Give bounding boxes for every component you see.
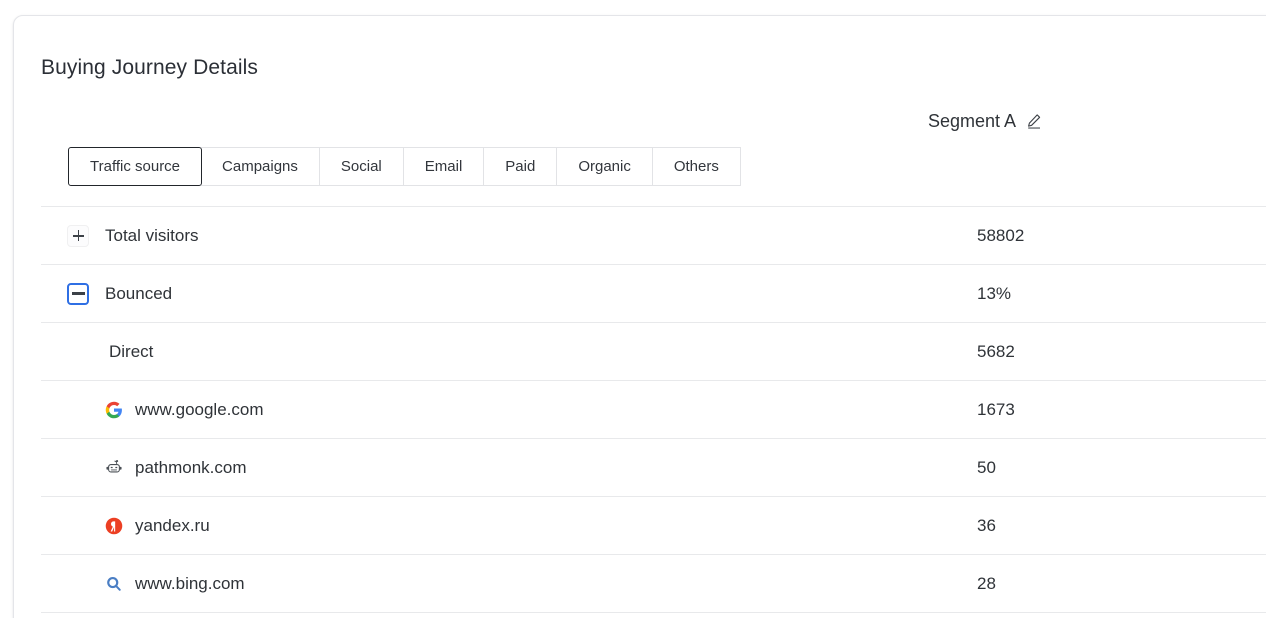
table-row[interactable]: pathmonk.com 50 <box>41 438 1266 496</box>
row-main: www.google.com <box>41 381 964 438</box>
journey-rows-table: Total visitors 58802 Bounced 13% <box>41 206 1266 618</box>
table-row <box>41 612 1266 618</box>
tab-label: Others <box>674 158 719 175</box>
row-value: 13% <box>964 284 1266 304</box>
row-value: 36 <box>964 516 1266 536</box>
collapse-minus-icon[interactable] <box>67 283 89 305</box>
tab-paid[interactable]: Paid <box>484 147 557 186</box>
row-label: Direct <box>109 342 153 362</box>
table-row[interactable]: www.google.com 1673 <box>41 380 1266 438</box>
tab-label: Organic <box>578 158 631 175</box>
row-label: yandex.ru <box>135 516 210 536</box>
row-value: 1673 <box>964 400 1266 420</box>
table-row[interactable]: www.bing.com 28 <box>41 554 1266 612</box>
screen-root: Buying Journey Details Segment A Traffic… <box>0 0 1266 618</box>
row-value: 50 <box>964 458 1266 478</box>
tab-traffic-source[interactable]: Traffic source <box>68 147 202 186</box>
row-main: yandex.ru <box>41 497 964 554</box>
row-label: www.google.com <box>135 400 264 420</box>
google-favicon <box>105 401 123 419</box>
row-label: pathmonk.com <box>135 458 247 478</box>
row-value: 5682 <box>964 342 1266 362</box>
tab-label: Paid <box>505 158 535 175</box>
row-main: Total visitors <box>41 207 964 264</box>
row-label: Bounced <box>105 284 172 304</box>
row-main: Bounced <box>41 265 964 322</box>
tab-label: Traffic source <box>90 158 180 175</box>
segment-header: Segment A <box>928 108 1043 134</box>
tab-label: Email <box>425 158 463 175</box>
page-title: Buying Journey Details <box>41 54 258 82</box>
buying-journey-details-card: Buying Journey Details Segment A Traffic… <box>13 15 1266 618</box>
table-row[interactable]: yandex.ru 36 <box>41 496 1266 554</box>
tab-campaigns[interactable]: Campaigns <box>201 147 320 186</box>
row-value: 58802 <box>964 226 1266 246</box>
bing-search-favicon <box>105 575 123 593</box>
table-row[interactable]: Direct 5682 <box>41 322 1266 380</box>
tab-social[interactable]: Social <box>320 147 404 186</box>
tab-organic[interactable]: Organic <box>557 147 653 186</box>
table-row[interactable]: Total visitors 58802 <box>41 206 1266 264</box>
row-main: Direct <box>41 323 964 380</box>
pathmonk-robot-favicon <box>105 459 123 477</box>
yandex-favicon <box>105 517 123 535</box>
row-main: www.bing.com <box>41 555 964 612</box>
table-row[interactable]: Bounced 13% <box>41 264 1266 322</box>
row-value: 28 <box>964 574 1266 594</box>
segment-name-label: Segment A <box>928 108 1016 134</box>
row-label: Total visitors <box>105 226 199 246</box>
tab-label: Campaigns <box>222 158 298 175</box>
tab-email[interactable]: Email <box>404 147 485 186</box>
tab-others[interactable]: Others <box>653 147 741 186</box>
traffic-source-tab-group[interactable]: Traffic source Campaigns Social Email Pa… <box>68 147 741 186</box>
expand-plus-icon[interactable] <box>67 225 89 247</box>
pencil-edit-icon[interactable] <box>1025 112 1043 130</box>
tab-label: Social <box>341 158 382 175</box>
row-label: www.bing.com <box>135 574 245 594</box>
row-main: pathmonk.com <box>41 439 964 496</box>
